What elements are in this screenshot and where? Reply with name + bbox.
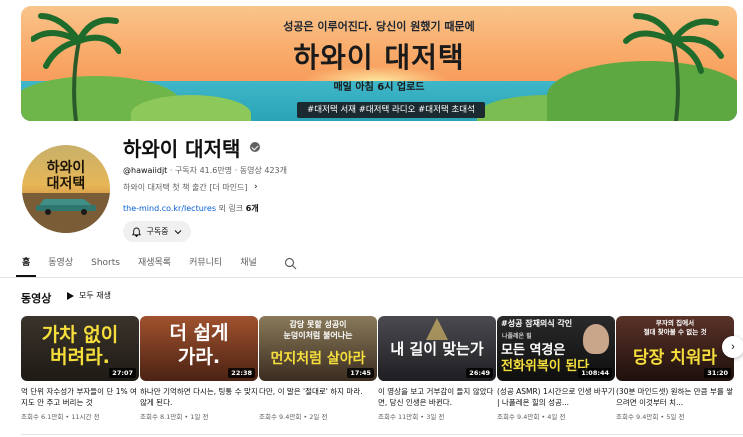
search-icon[interactable] (284, 257, 297, 270)
light-rays-icon (426, 318, 448, 340)
thumbnail-text: 먼지처럼 살아라 (270, 351, 366, 367)
thumbnail-text: 버려라. (50, 346, 110, 368)
thumbnail-text: 전화위복이 된다 (501, 359, 590, 374)
link-count[interactable]: 6개 (246, 204, 259, 213)
video-title[interactable]: (성공 ASMR) 1시간으로 인생 바꾸기 | 나폴레온 힐의 성공... (497, 386, 615, 408)
video-thumbnail[interactable]: 내 길이 맞는가 26:49 (378, 316, 496, 381)
tab-videos[interactable]: 동영상 (48, 251, 73, 277)
banner-tagline: 성공은 이루어진다. 당신이 원했기 때문에 (283, 20, 475, 33)
channel-tabs: 홈 동영상 Shorts 재생목록 커뮤니티 채널 (15, 251, 275, 277)
play-all-button[interactable]: 모두 재생 (67, 290, 111, 301)
section-divider (21, 434, 743, 435)
video-card[interactable]: 감당 못할 성공이 눈덩이처럼 불어나는 먼지처럼 살아라 17:45 다만, … (259, 316, 377, 421)
thumbnail-text: 눈덩이처럼 불어나는 (283, 331, 353, 340)
video-thumbnail[interactable]: #성공 잠재의식 각인 나폴레온 힐 모든 역경은 전화위복이 된다 1:08:… (497, 316, 615, 381)
tab-community[interactable]: 커뮤니티 (189, 251, 222, 277)
tabs-divider (0, 277, 743, 278)
channel-links[interactable]: the-mind.co.kr/lectures 외 링크 6개 (123, 203, 259, 214)
video-title[interactable]: 하나만 기억하면 다시는, 팅통 수 맞지 않게 된다. (140, 386, 258, 408)
video-meta: 조회수 6.1만회 • 11시간 전 (21, 413, 100, 421)
chevron-right-icon: › (731, 341, 735, 353)
chevron-right-icon[interactable]: › (254, 182, 258, 192)
video-duration: 27:07 (109, 368, 136, 378)
video-title[interactable]: 이 영상을 보고 거부감이 들지 않았다면, 당신 인생은 바뀐다. (378, 386, 496, 408)
video-thumbnail[interactable]: 감당 못할 성공이 눈덩이처럼 불어나는 먼지처럼 살아라 17:45 (259, 316, 377, 381)
subscribed-label: 구독중 (146, 227, 169, 236)
thumbnail-text: 감당 못할 성공이 (289, 320, 347, 329)
thumbnail-text: 가차 없이 (41, 324, 119, 346)
channel-avatar[interactable]: 하와이 대저택 (22, 145, 110, 233)
video-duration: 22:38 (228, 368, 255, 378)
video-duration: 26:49 (466, 368, 493, 378)
avatar-text: 대저택 (46, 176, 86, 192)
channel-name: 하와이 대저택 (123, 137, 241, 161)
thumbnail-text: #성공 잠재의식 각인 (501, 319, 573, 328)
video-meta: 조회수 9.4만회 • 4일 전 (497, 413, 566, 421)
link-more-text: 외 링크 (216, 204, 246, 213)
channel-meta: @hawaiidjt · 구독자 41.6만명 · 동영상 423개 (123, 165, 287, 176)
video-title[interactable]: 다만, 이 말은 '절대로' 하지 마라. (259, 386, 377, 408)
video-meta: 조회수 8.1만회 • 1일 전 (140, 413, 209, 421)
video-duration: 1:08:44 (578, 368, 612, 378)
thumbnail-text: 당장 치워라 (632, 348, 718, 368)
verified-badge-icon (250, 142, 260, 152)
video-thumbnail[interactable]: 가차 없이 버려라. 27:07 (21, 316, 139, 381)
video-card[interactable]: #성공 잠재의식 각인 나폴레온 힐 모든 역경은 전화위복이 된다 1:08:… (497, 316, 615, 421)
channel-handle: @hawaiidjt (123, 166, 168, 175)
chevron-down-icon (174, 229, 181, 234)
thumbnail-text: 더 쉽게 (169, 322, 229, 344)
banner-tags: #대저택 서재 #대저택 라디오 #대저택 초대석 (297, 102, 485, 118)
video-duration: 17:45 (347, 368, 374, 378)
video-card[interactable]: 내 길이 맞는가 26:49 이 영상을 보고 거부감이 들지 않았다면, 당신… (378, 316, 496, 421)
tab-playlists[interactable]: 재생목록 (138, 251, 171, 277)
tab-home[interactable]: 홈 (15, 251, 37, 277)
thumbnail-text: 모든 역경은 (501, 343, 566, 358)
thumbnail-text: 절대 찾아볼 수 없는 것 (643, 328, 707, 336)
play-icon (67, 291, 74, 300)
portrait (583, 324, 609, 354)
channel-banner: 성공은 이루어진다. 당신이 원했기 때문에 하와이 대저택 매일 아침 6시 … (21, 6, 737, 121)
video-meta: 조회수 9.4만회 • 2일 전 (259, 413, 328, 421)
subscribed-button[interactable]: 구독중 (123, 221, 191, 242)
thumbnail-text: 나폴레온 힐 (502, 333, 532, 340)
channel-stats: · 구독자 41.6만명 · 동영상 423개 (167, 166, 287, 175)
video-meta: 조회수 9.4만회 • 5일 전 (616, 413, 685, 421)
video-thumbnail[interactable]: 더 쉽게 가라. 22:38 (140, 316, 258, 381)
tab-channels[interactable]: 채널 (240, 251, 257, 277)
channel-description[interactable]: 하와이 대저택 첫 책 출간 [더 마인드] (123, 182, 248, 193)
video-duration: 31:20 (704, 368, 731, 378)
next-arrow-button[interactable]: › (722, 336, 743, 358)
video-card[interactable]: 가차 없이 버려라. 27:07 억 단위 자수성가 부자들이 단 1% 여지도… (21, 316, 139, 421)
banner-subtitle: 매일 아침 6시 업로드 (333, 82, 425, 93)
banner-title: 하와이 대저택 (293, 41, 465, 74)
thumbnail-text: 내 길이 맞는가 (390, 340, 484, 358)
video-thumbnail[interactable]: 부자의 집에서 절대 찾아볼 수 없는 것 당장 치워라 31:20 (616, 316, 734, 381)
channel-link[interactable]: the-mind.co.kr/lectures (123, 204, 216, 213)
bell-icon (132, 227, 142, 237)
car-icon (36, 199, 96, 215)
play-all-label: 모두 재생 (79, 291, 111, 300)
thumbnail-text: 가라. (177, 346, 221, 368)
video-card[interactable]: 더 쉽게 가라. 22:38 하나만 기억하면 다시는, 팅통 수 맞지 않게 … (140, 316, 258, 421)
thumbnail-text: 부자의 집에서 (655, 319, 695, 327)
video-title[interactable]: (30분 마인드셋) 원하는 만큼 부를 쌓으려면 이것부터 치... (616, 386, 734, 408)
video-card[interactable]: 부자의 집에서 절대 찾아볼 수 없는 것 당장 치워라 31:20 (30분 … (616, 316, 734, 421)
video-title[interactable]: 억 단위 자수성가 부자들이 단 1% 여지도 안 주고 버리는 것 (21, 386, 139, 408)
video-meta: 조회수 11만회 • 3일 전 (378, 413, 445, 421)
section-title: 동영상 (21, 292, 52, 305)
tab-shorts[interactable]: Shorts (91, 251, 120, 277)
